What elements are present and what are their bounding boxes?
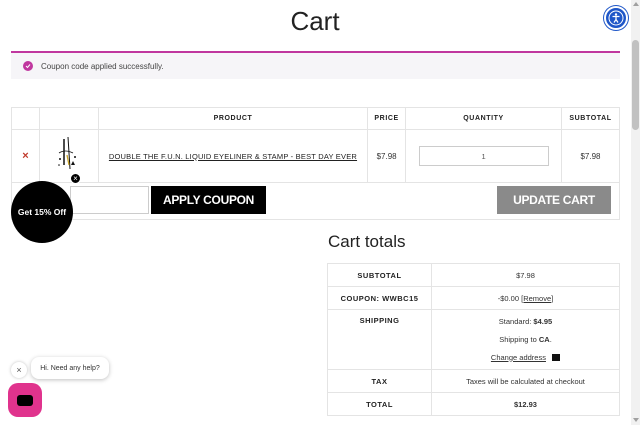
cart-totals-table: SUBTOTAL $7.98 COUPON: WWBC15 -$0.00 [Re… xyxy=(327,263,620,416)
product-name-link[interactable]: DOUBLE THE F.U.N. LIQUID EYELINER & STAM… xyxy=(109,152,357,161)
shipping-price: $4.95 xyxy=(533,316,553,326)
shipping-method: Standard: xyxy=(498,316,532,326)
page-title: Cart xyxy=(290,6,340,36)
notice-message: Coupon code applied successfully. xyxy=(41,61,164,71)
shipping-label: SHIPPING xyxy=(327,309,432,370)
popup-close-icon[interactable]: × xyxy=(70,173,81,184)
cart-totals-heading: Cart totals xyxy=(328,232,406,251)
shipping-to-text: Shipping to xyxy=(499,334,537,344)
chat-close-icon[interactable]: × xyxy=(11,362,27,378)
shipping-row: SHIPPING Standard: $4.95 Shipping to CA.… xyxy=(327,309,620,370)
subtotal-column-header: SUBTOTAL xyxy=(561,107,620,130)
quantity-column-header: QUANTITY xyxy=(405,107,562,130)
tax-value: Taxes will be calculated at checkout xyxy=(431,369,620,393)
product-thumbnail[interactable] xyxy=(38,129,99,183)
scroll-up-arrow-icon[interactable] xyxy=(633,2,639,6)
remove-coupon-link[interactable]: [Remove] xyxy=(521,294,553,303)
item-subtotal: $7.98 xyxy=(580,151,601,161)
tax-row: TAX Taxes will be calculated at checkout xyxy=(327,369,620,393)
price-column-header: PRICE xyxy=(367,107,407,130)
subtotal-row: SUBTOTAL $7.98 xyxy=(327,263,620,287)
truck-icon xyxy=(552,354,561,362)
remove-item-button[interactable]: × xyxy=(22,150,28,162)
apply-coupon-button[interactable]: APPLY COUPON xyxy=(151,186,266,214)
scrollbar-thumb[interactable] xyxy=(632,40,639,130)
product-column-header: PRODUCT xyxy=(97,107,369,130)
quantity-input[interactable] xyxy=(418,146,549,166)
update-cart-button[interactable]: UPDATE CART xyxy=(497,186,611,214)
coupon-code-input[interactable] xyxy=(70,186,149,214)
chat-launcher-button[interactable] xyxy=(8,383,42,417)
subtotal-label: SUBTOTAL xyxy=(327,263,432,287)
coupon-value: -$0.00 xyxy=(497,293,520,303)
remove-column-header xyxy=(11,107,40,130)
scroll-down-arrow-icon[interactable] xyxy=(633,418,639,422)
chat-bubble-icon xyxy=(17,394,33,406)
eyeliner-product-image xyxy=(58,136,76,170)
coupon-row: COUPON: WWBC15 -$0.00 [Remove] xyxy=(327,286,620,310)
thumbnail-column-header xyxy=(38,107,99,130)
total-value: $12.93 xyxy=(514,399,537,409)
cart-table: PRODUCT PRICE QUANTITY SUBTOTAL × DOUBLE… xyxy=(11,107,620,183)
change-address-link[interactable]: Change address xyxy=(491,353,546,362)
check-circle-icon xyxy=(23,61,33,71)
discount-popup-button[interactable]: Get 15% Off xyxy=(11,181,73,243)
tax-label: TAX xyxy=(327,369,432,393)
total-label: TOTAL xyxy=(327,392,432,416)
total-row: TOTAL $12.93 xyxy=(327,392,620,416)
item-price: $7.98 xyxy=(376,151,397,161)
success-notice: Coupon code applied successfully. xyxy=(11,51,620,79)
shipping-region: CA xyxy=(538,334,550,344)
cart-item-row: × DOUBLE THE F.U.N. LIQUID EYELINER & ST… xyxy=(11,129,620,183)
chat-greeting-bubble[interactable]: Hi. Need any help? xyxy=(31,357,109,379)
subtotal-value: $7.98 xyxy=(431,263,620,287)
coupon-label: COUPON: WWBC15 xyxy=(327,286,432,310)
accessibility-button[interactable] xyxy=(604,6,628,30)
accessibility-icon xyxy=(608,10,624,26)
